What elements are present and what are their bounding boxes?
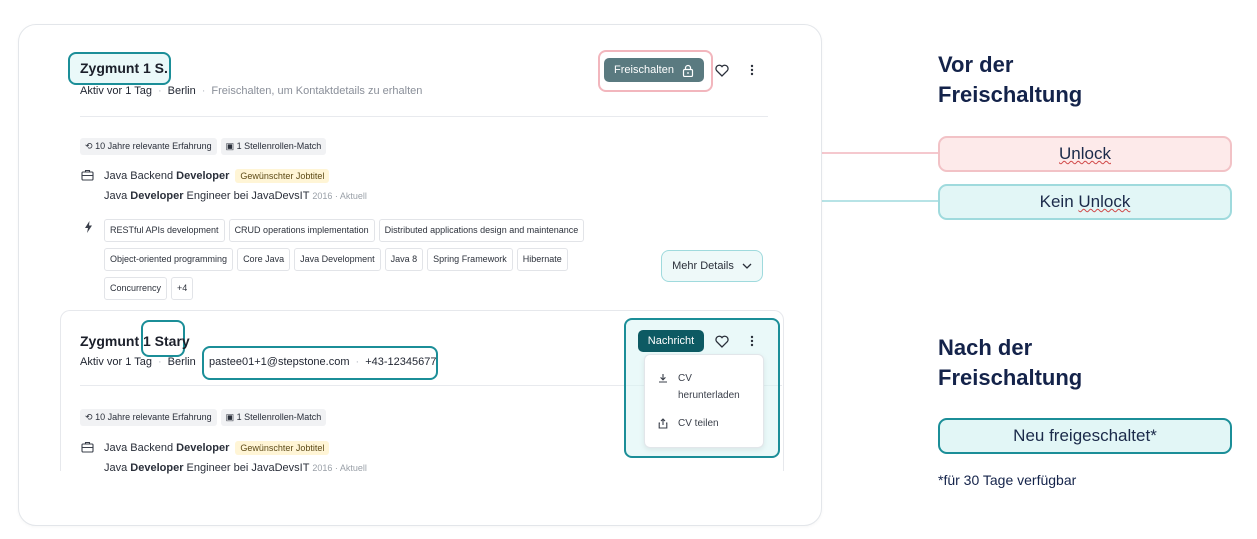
share-icon — [658, 418, 668, 429]
skill-tag: Java Development — [294, 248, 381, 271]
contact-email[interactable]: pastee01+1@stepstone.com — [209, 356, 350, 368]
menu-item-share-cv[interactable]: CV teilen — [658, 418, 758, 429]
activity-status: Aktiv vor 1 Tag — [80, 85, 152, 97]
message-button[interactable]: Nachricht — [638, 330, 704, 352]
job-desired-after: Java Backend Developer Gewünschter Jobtit… — [104, 441, 330, 455]
more-details-button[interactable]: Mehr Details — [661, 250, 763, 282]
chevron-down-icon — [742, 263, 752, 269]
menu-item-download-cv[interactable]: CV herunterladen — [658, 370, 758, 404]
desired-title-badge: Gewünschter Jobtitel — [235, 169, 330, 183]
role-match-chip: ▣ 1 Stellenrollen-Match — [220, 409, 327, 426]
candidate-meta-before: Aktiv vor 1 Tag · Berlin · Freischalten, um … — [80, 85, 423, 97]
no-unlock-label: Kein Unlock — [938, 184, 1232, 220]
unlock-hint: Freischalten, um Kontaktdetails zu erhal… — [211, 85, 423, 97]
new-unlocked-label: Neu freigeschaltet* — [938, 418, 1232, 454]
skill-tag: Spring Framework — [427, 248, 513, 271]
unlock-button[interactable]: Freischalten — [604, 58, 704, 82]
download-icon — [658, 373, 668, 383]
heart-icon[interactable] — [714, 333, 730, 349]
role-match-chip: ▣ 1 Stellenrollen-Match — [220, 138, 327, 155]
more-skills-tag[interactable]: +4 — [171, 277, 194, 300]
lock-icon — [682, 64, 694, 77]
skills-list: RESTful APIs development CRUD operations … — [104, 219, 624, 306]
candidate-surname: Stary — [154, 333, 190, 349]
skill-tag: RESTful APIs development — [104, 219, 225, 242]
skill-tag: Core Java — [237, 248, 291, 271]
candidate-name-after: Zygmunt 1 Stary — [80, 333, 190, 349]
briefcase-icon — [80, 168, 94, 182]
candidate-name-before: Zygmunt 1 S. — [80, 60, 168, 76]
contact-details: pastee01+1@stepstone.com · +43-12345677 — [209, 356, 437, 368]
skill-tag: Distributed applications design and main… — [378, 219, 585, 242]
skill-tag: Java 8 — [384, 248, 424, 271]
skill-tag: Concurrency — [104, 277, 168, 300]
skill-tag: CRUD operations implementation — [228, 219, 375, 242]
availability-footnote: *für 30 Tage verfügbar — [938, 472, 1077, 488]
briefcase-icon — [80, 440, 94, 454]
chips-before: ⟲ 10 Jahre relevante Erfahrung ▣ 1 Stelle… — [80, 136, 330, 155]
divider — [80, 116, 768, 117]
job-current-after: Java Developer Engineer bei JavaDevsIT 2… — [104, 462, 367, 474]
before-unlock-heading: Vor der Freischaltung — [938, 52, 1083, 107]
job-desired-before: Java Backend Developer Gewünschter Jobtit… — [104, 169, 330, 183]
candidate-city: Berlin — [167, 85, 196, 97]
experience-chip: ⟲ 10 Jahre relevante Erfahrung — [80, 138, 217, 155]
history-icon: ⟲ — [85, 141, 93, 151]
heart-icon[interactable] — [714, 62, 730, 78]
briefcase-icon: ▣ — [225, 412, 235, 422]
bolt-icon — [82, 220, 94, 234]
unlock-label: Unlock — [938, 136, 1232, 172]
history-icon: ⟲ — [85, 412, 93, 422]
job-current-before: Java Developer Engineer bei JavaDevsIT 2… — [104, 190, 367, 202]
contact-phone[interactable]: +43-12345677 — [365, 356, 436, 368]
skill-tag: Hibernate — [516, 248, 568, 271]
experience-chip: ⟲ 10 Jahre relevante Erfahrung — [80, 409, 217, 426]
desired-title-badge: Gewünschter Jobtitel — [235, 441, 330, 455]
after-unlock-heading: Nach der Freischaltung — [938, 335, 1083, 390]
candidate-meta-after: Aktiv vor 1 Tag · Berlin — [80, 356, 196, 368]
more-vertical-icon[interactable] — [744, 333, 760, 349]
skill-tag: Object-oriented programming — [104, 248, 234, 271]
briefcase-icon: ▣ — [225, 141, 235, 151]
more-vertical-icon[interactable] — [744, 62, 760, 78]
unlock-button-label: Freischalten — [614, 64, 674, 76]
chips-after: ⟲ 10 Jahre relevante Erfahrung ▣ 1 Stelle… — [80, 407, 330, 426]
